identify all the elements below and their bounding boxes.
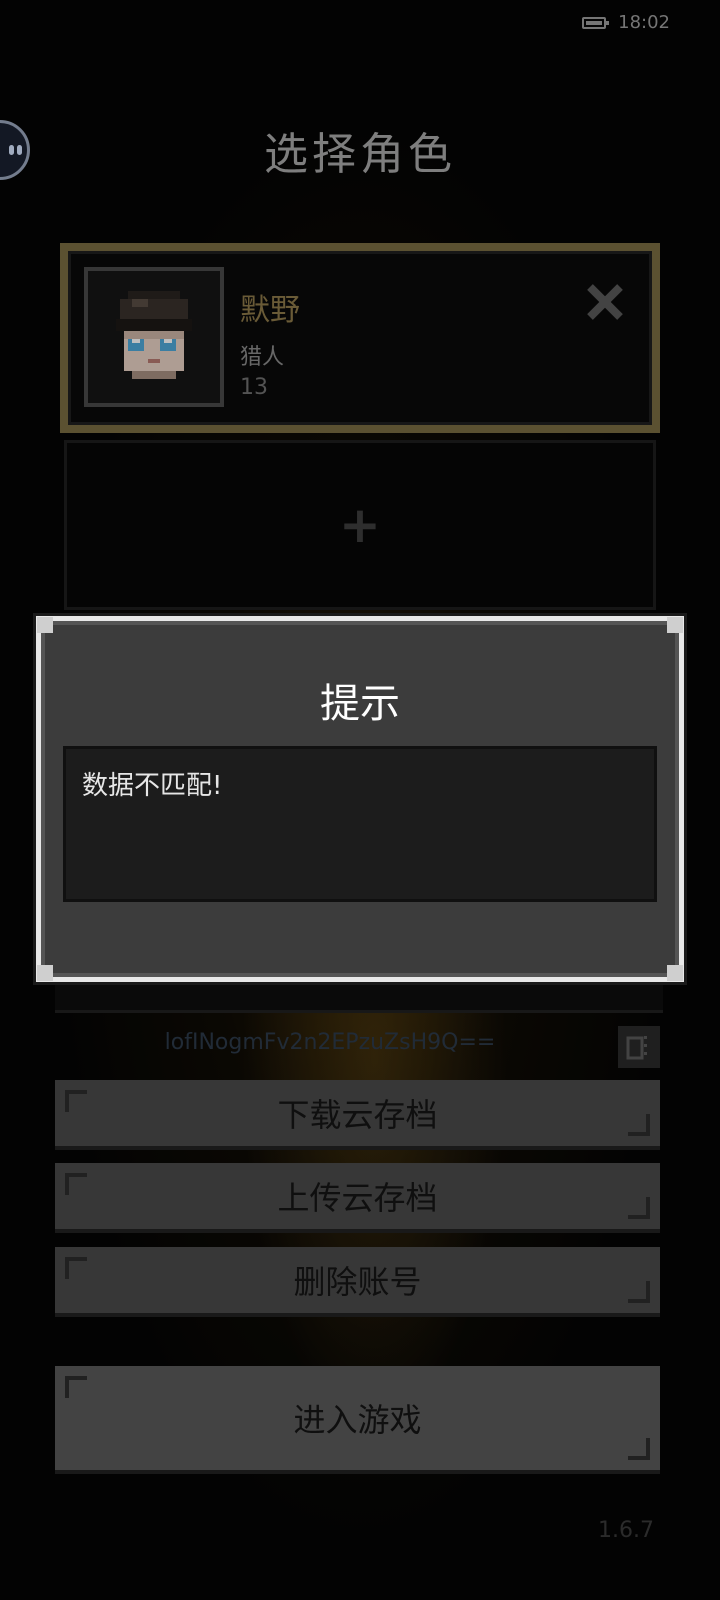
dialog-message: 数据不匹配! — [82, 771, 223, 801]
dialog-title: 提示 — [320, 681, 400, 727]
dialog-message-box: 数据不匹配! — [63, 746, 657, 902]
alert-dialog[interactable]: 提示 数据不匹配! — [36, 616, 684, 982]
